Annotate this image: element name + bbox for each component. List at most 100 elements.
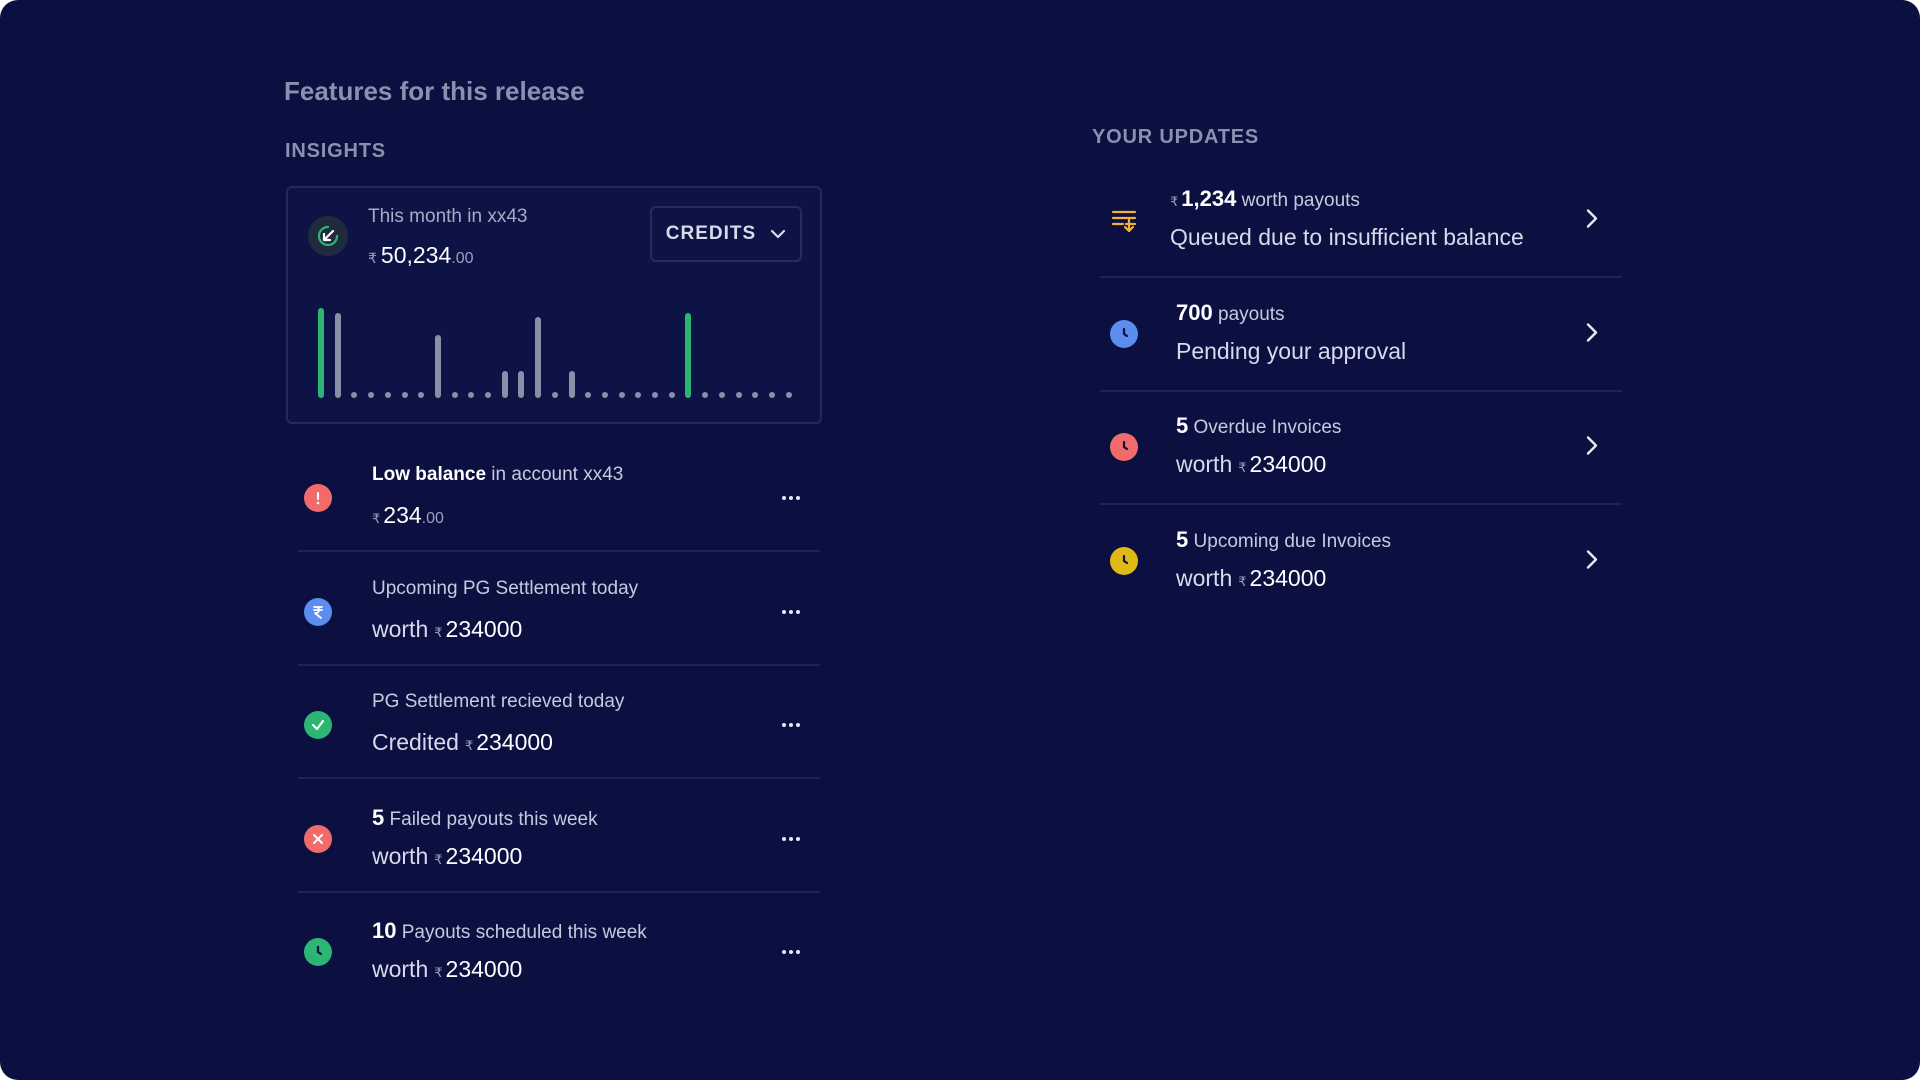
chart-bar [685,313,692,398]
update-count: 700 [1176,300,1213,325]
chart-bar [652,392,658,398]
chart-bar [418,392,425,398]
clock-icon [1110,320,1138,348]
amount-prefix: worth [1176,565,1233,591]
amount-prefix: worth [372,616,429,642]
amount-prefix: worth [1176,451,1233,477]
chevron-right-icon[interactable] [1586,209,1598,234]
update-title: 5 Upcoming due Invoices [1176,527,1391,553]
chart-bar [735,392,742,398]
app-frame: Features for this release INSIGHTS YOUR … [0,0,1920,1080]
insight-text: Payouts scheduled this week [396,922,647,943]
update-list-item[interactable]: 5 Upcoming due Invoices worth ₹234000 [1100,507,1622,617]
more-options-icon[interactable] [776,604,806,620]
update-count: 1,234 [1181,186,1237,211]
chart-bar [401,392,408,398]
insight-text: PG Settlement recieved today [372,691,625,712]
update-list-item[interactable]: 5 Overdue Invoices worth ₹234000 [1100,393,1622,505]
insight-amount: worth ₹234000 [372,843,522,870]
update-count: 5 [1176,413,1189,438]
insight-list-item: PG Settlement recieved today Credited ₹234… [298,673,820,779]
insight-text: Failed payouts this week [384,809,598,830]
insight-amount: Credited ₹234000 [372,729,553,756]
chart-bar [718,392,725,398]
chart-bar [318,308,324,398]
update-text: worth payouts [1236,190,1360,211]
insight-count: 5 [372,805,385,830]
chart-bar [334,313,341,398]
monthly-credits-card: This month in xx43 ₹50,234.00 CREDITS [286,186,822,424]
more-options-icon[interactable] [776,831,806,847]
chart-bar [384,392,391,398]
chart-bar [468,392,475,398]
chart-bar [668,392,675,398]
insight-text: in account xx43 [486,464,624,485]
rupee-icon [304,598,332,626]
currency-symbol: ₹ [372,511,381,526]
update-text: Overdue Invoices [1188,417,1342,438]
currency-symbol: ₹ [434,852,443,867]
chart-bar [785,392,792,398]
chart-bar [768,392,775,398]
update-detail: worth ₹234000 [1176,451,1326,478]
chart-bar [501,371,508,398]
update-title: 5 Overdue Invoices [1176,413,1341,439]
insight-text: Upcoming PG Settlement today [372,578,639,599]
update-text: payouts [1212,304,1285,325]
chart-bar [702,392,709,398]
chart-bar [585,392,592,398]
update-list-item[interactable]: ₹1,234 worth payouts Queued due to insuff… [1100,166,1622,278]
chevron-right-icon[interactable] [1586,436,1598,461]
chevron-right-icon[interactable] [1586,550,1598,575]
currency-symbol: ₹ [368,250,377,266]
more-options-icon[interactable] [776,490,806,506]
queue-icon [1110,206,1138,234]
amount-value: 234000 [445,616,523,642]
amount-value: 234000 [1249,451,1327,477]
insight-amount: ₹234.00 [372,502,444,529]
clock-icon [1110,547,1138,575]
insight-list-item: Upcoming PG Settlement today worth ₹234000 [298,560,820,666]
more-options-icon[interactable] [776,944,806,960]
chart-bar [351,392,358,398]
insight-list-item: 5 Failed payouts this week worth ₹234000 [298,787,820,893]
clock-icon [304,938,332,966]
credits-dropdown[interactable]: CREDITS [650,206,802,262]
insight-count: 10 [372,918,397,943]
check-icon [304,711,332,739]
cross-icon [304,825,332,853]
update-title: ₹1,234 worth payouts [1170,186,1360,212]
insight-title: 10 Payouts scheduled this week [372,918,647,944]
update-detail-text: Pending your approval [1176,338,1407,364]
amount-prefix: worth [372,956,429,982]
update-list-item[interactable]: 700 payouts Pending your approval [1100,280,1622,392]
update-detail: Queued due to insufficient balance [1170,224,1524,251]
chevron-right-icon[interactable] [1586,323,1598,348]
insight-title: Low balance in account xx43 [372,464,623,486]
update-text: Upcoming due Invoices [1188,531,1392,552]
currency-symbol: ₹ [1238,460,1247,475]
insight-amount: worth ₹234000 [372,956,522,983]
amount-value: 234000 [1249,565,1327,591]
chart-bar [368,392,375,398]
more-options-icon[interactable] [776,717,806,733]
insight-amount: worth ₹234000 [372,616,522,643]
chart-bar [752,392,759,398]
currency-symbol: ₹ [434,965,443,980]
amount-value: 234000 [445,843,523,869]
amount-value: 234000 [476,729,553,755]
card-subtitle: This month in xx43 [368,206,528,227]
currency-symbol: ₹ [434,625,443,640]
amount-value: 234000 [445,956,523,982]
insight-title: Upcoming PG Settlement today [372,578,638,600]
insight-list-item: 10 Payouts scheduled this week worth ₹2340… [298,900,820,1004]
currency-symbol: ₹ [1170,194,1179,209]
chart-bar [434,335,441,398]
amount-value: 50,234 [380,242,452,268]
currency-symbol: ₹ [464,738,474,753]
update-title: 700 payouts [1176,300,1285,326]
insight-lead: Low balance [372,464,487,485]
chart-bar [535,317,542,398]
clock-icon [1110,433,1138,461]
amount-prefix: Credited [372,729,459,755]
